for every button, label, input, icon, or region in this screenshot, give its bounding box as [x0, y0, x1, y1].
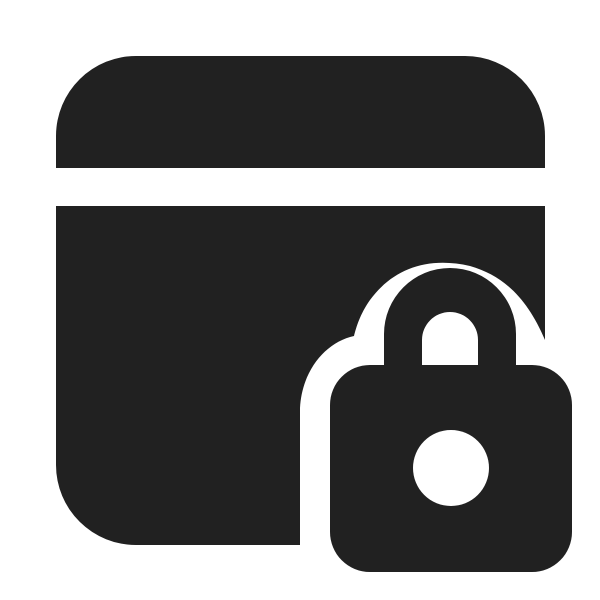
lock-shackle [384, 268, 516, 372]
lock-keyhole [413, 430, 489, 506]
calendar-header-band [56, 55, 545, 168]
calendar-lock-icon [56, 55, 572, 572]
icon-canvas [0, 0, 600, 600]
